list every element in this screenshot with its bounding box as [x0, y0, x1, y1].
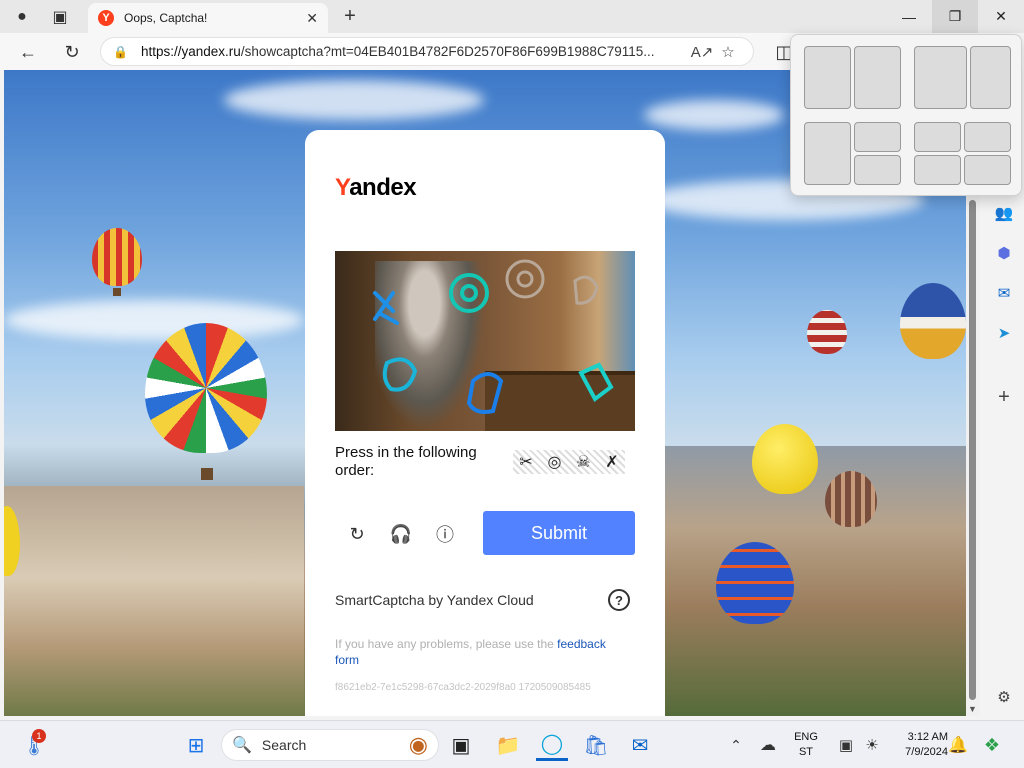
outlook-icon[interactable]: ✉ — [993, 282, 1015, 304]
browser-window: ● ▣ Y Oops, Captcha! ✕ + — ❐ ✕ ← ↻ 🔒 htt… — [0, 0, 1024, 720]
snap-zone[interactable] — [970, 46, 1011, 109]
edge-taskbar-icon[interactable]: ◯ — [536, 729, 568, 761]
snap-zone[interactable] — [854, 122, 901, 152]
captcha-glyph-scissors — [373, 291, 399, 325]
scrollbar-thumb[interactable] — [969, 200, 976, 700]
order-icon-1: ✂ — [519, 454, 533, 471]
balloon-image — [807, 310, 847, 354]
close-tab-icon[interactable]: ✕ — [306, 10, 318, 27]
new-tab-button[interactable]: + — [338, 4, 362, 28]
help-icon[interactable]: ? — [608, 589, 630, 611]
chevron-up-icon[interactable]: ⌃ — [720, 729, 752, 761]
balloon-image — [145, 323, 267, 453]
snap-zone[interactable] — [804, 122, 851, 185]
back-icon[interactable]: ← — [14, 39, 42, 65]
order-icon-2: ◎ — [547, 454, 562, 471]
cloud-offline-icon[interactable]: ☁ — [752, 729, 784, 761]
file-explorer-icon[interactable]: 📁 — [492, 729, 524, 761]
tab-title: Oops, Captcha! — [124, 11, 208, 25]
start-windows-icon[interactable]: ⊞ — [180, 729, 212, 761]
copilot-pre-icon[interactable]: ❖ — [976, 729, 1008, 761]
balloon-image — [752, 424, 818, 494]
maximize-button[interactable]: ❐ — [932, 0, 978, 33]
captcha-image[interactable] — [335, 251, 635, 431]
refresh-captcha-icon[interactable]: ↻ — [344, 521, 370, 547]
captcha-brand: SmartCaptcha by Yandex Cloud — [335, 592, 534, 608]
snap-zone[interactable] — [914, 46, 967, 109]
balloon-image — [900, 283, 966, 359]
outlook-taskbar-icon[interactable]: ✉ — [624, 729, 656, 761]
url-text[interactable]: https://yandex.ru/showcaptcha?mt=04EB401… — [141, 44, 689, 59]
volume-icon[interactable]: ☀ — [856, 729, 888, 761]
yandex-favicon-icon: Y — [98, 10, 114, 26]
search-icon: 🔍 — [232, 737, 252, 754]
info-icon[interactable]: ⓘ — [432, 521, 458, 547]
refresh-icon[interactable]: ↻ — [58, 39, 86, 65]
captcha-glyph-square — [578, 362, 614, 402]
send-icon[interactable]: ➤ — [993, 322, 1015, 344]
notification-bell-icon[interactable]: 🔔 — [942, 729, 974, 761]
search-label: Search — [261, 737, 307, 753]
favorite-star-icon[interactable]: ☆ — [715, 43, 741, 61]
balloon-image — [825, 471, 877, 527]
close-window-button[interactable]: ✕ — [978, 0, 1024, 33]
notification-badge: 1 — [32, 729, 46, 743]
yandex-logo: Yandex — [335, 174, 417, 201]
captcha-glyph-shield — [382, 357, 418, 392]
captcha-order-hint: ✂ ◎ ☠ ✗ — [513, 450, 625, 474]
snap-zone[interactable] — [964, 122, 1011, 152]
snap-zone[interactable] — [854, 46, 901, 109]
search-highlight-icon: ◉ — [408, 732, 428, 757]
request-id: f8621eb2-7e1c5298-67ca3dc2-2029f8a0 1720… — [335, 682, 591, 693]
copilot-icon[interactable]: ⬢ — [993, 242, 1015, 264]
balloon-image — [716, 542, 794, 624]
minimize-button[interactable]: — — [886, 0, 932, 33]
task-view-icon[interactable]: ▣ — [445, 729, 477, 761]
taskbar: 🌡 1 ⊞ 🔍 Search ◉ ▣ 📁 ◯ 🛍 ✉ ⌃ ☁ ENG ST ▣ ☀… — [0, 720, 1024, 768]
read-aloud-icon[interactable]: A↗ — [689, 43, 715, 61]
language-indicator[interactable]: ENG ST — [790, 730, 822, 760]
lock-icon[interactable]: 🔒 — [113, 45, 128, 59]
tab-strip: ● ▣ Y Oops, Captcha! ✕ + — ❐ ✕ — [0, 0, 1024, 33]
scroll-down-arrow-icon[interactable]: ▼ — [968, 704, 977, 714]
address-bar[interactable]: 🔒 https://yandex.ru/showcaptcha?mt=04EB4… — [100, 37, 754, 66]
order-icon-4: ✗ — [605, 454, 619, 471]
problems-text: If you have any problems, please use the… — [335, 637, 606, 667]
tab-captcha[interactable]: Y Oops, Captcha! ✕ — [88, 3, 328, 33]
clock[interactable]: 3:12 AM 7/9/2024 — [890, 730, 948, 760]
snap-zone[interactable] — [914, 155, 961, 185]
captcha-glyph-target — [449, 273, 489, 313]
people-icon[interactable]: 👥 — [993, 202, 1015, 224]
submit-button[interactable]: Submit — [483, 511, 635, 555]
profile-icon[interactable]: ● — [8, 4, 36, 30]
store-icon[interactable]: 🛍 — [580, 729, 612, 761]
snap-zone[interactable] — [854, 155, 901, 185]
settings-gear-icon[interactable]: ⚙ — [993, 686, 1015, 708]
snap-zone[interactable] — [964, 155, 1011, 185]
captcha-instruction: Press in the following order: — [335, 444, 477, 479]
captcha-card: Yandex Press in the following order: ✂ ◎… — [305, 130, 665, 716]
tab-actions-icon[interactable]: ▣ — [46, 4, 74, 30]
snap-zone[interactable] — [804, 46, 851, 109]
audio-captcha-icon[interactable]: 🎧 — [388, 521, 414, 547]
taskbar-search[interactable]: 🔍 Search ◉ — [221, 729, 439, 761]
snap-zone[interactable] — [914, 122, 961, 152]
add-icon[interactable]: + — [993, 386, 1015, 408]
captcha-glyph-bag — [466, 372, 504, 414]
order-icon-3: ☠ — [576, 454, 591, 471]
snap-layouts-flyout — [790, 34, 1022, 196]
balloon-image — [92, 228, 142, 286]
